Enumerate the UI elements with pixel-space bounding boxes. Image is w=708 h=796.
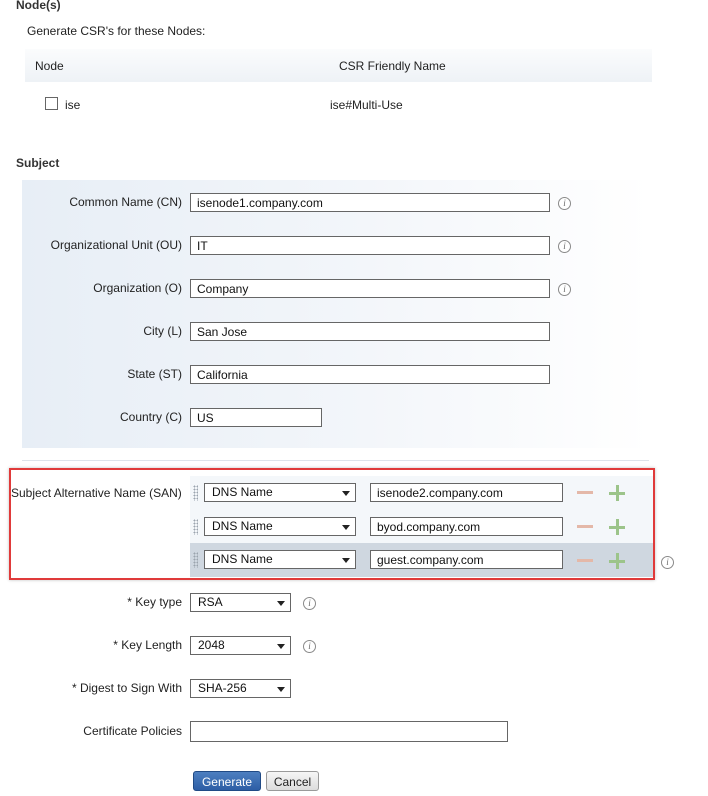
chevron-down-icon bbox=[277, 601, 285, 606]
country-label: Country (C) bbox=[119, 410, 182, 424]
nodes-section-title: Node(s) bbox=[16, 0, 61, 12]
column-header-node: Node bbox=[35, 59, 64, 73]
info-icon[interactable]: i bbox=[558, 283, 571, 296]
column-header-csr-friendly-name: CSR Friendly Name bbox=[339, 59, 446, 73]
digest-label: * Digest to Sign With bbox=[71, 681, 182, 695]
key-length-label: * Key Length bbox=[113, 638, 182, 652]
digest-value: SHA-256 bbox=[198, 681, 247, 695]
key-length-value: 2048 bbox=[198, 638, 225, 652]
generate-button[interactable]: Generate bbox=[193, 771, 261, 791]
san-highlight-box bbox=[9, 468, 655, 580]
city-label: City (L) bbox=[143, 324, 182, 338]
country-input[interactable] bbox=[190, 408, 322, 427]
organization-label: Organization (O) bbox=[93, 281, 182, 295]
certificate-policies-label: Certificate Policies bbox=[83, 724, 182, 738]
info-icon[interactable]: i bbox=[661, 556, 674, 569]
node-ise-checkbox[interactable] bbox=[45, 97, 58, 110]
state-input[interactable] bbox=[190, 365, 550, 384]
certificate-policies-input[interactable] bbox=[190, 721, 508, 742]
subject-panel bbox=[22, 180, 649, 448]
info-icon[interactable]: i bbox=[303, 597, 316, 610]
csr-friendly-name: ise#Multi-Use bbox=[330, 98, 403, 112]
info-icon[interactable]: i bbox=[303, 640, 316, 653]
organizational-unit-label: Organizational Unit (OU) bbox=[50, 238, 182, 252]
nodes-subtitle: Generate CSR's for these Nodes: bbox=[27, 24, 206, 38]
organization-input[interactable] bbox=[190, 279, 550, 298]
digest-select[interactable]: SHA-256 bbox=[190, 679, 291, 698]
city-input[interactable] bbox=[190, 322, 550, 341]
common-name-input[interactable] bbox=[190, 193, 550, 212]
node-name: ise bbox=[65, 98, 81, 112]
key-type-value: RSA bbox=[198, 595, 223, 609]
key-type-select[interactable]: RSA bbox=[190, 593, 291, 612]
subject-section-title: Subject bbox=[16, 156, 60, 170]
common-name-label: Common Name (CN) bbox=[69, 195, 182, 209]
chevron-down-icon bbox=[277, 687, 285, 692]
chevron-down-icon bbox=[277, 644, 285, 649]
organizational-unit-input[interactable] bbox=[190, 236, 550, 255]
info-icon[interactable]: i bbox=[558, 197, 571, 210]
cancel-button[interactable]: Cancel bbox=[266, 771, 319, 791]
key-length-select[interactable]: 2048 bbox=[190, 636, 291, 655]
info-icon[interactable]: i bbox=[558, 240, 571, 253]
key-type-label: * Key type bbox=[127, 595, 182, 609]
section-divider bbox=[22, 460, 649, 461]
state-label: State (ST) bbox=[127, 367, 182, 381]
